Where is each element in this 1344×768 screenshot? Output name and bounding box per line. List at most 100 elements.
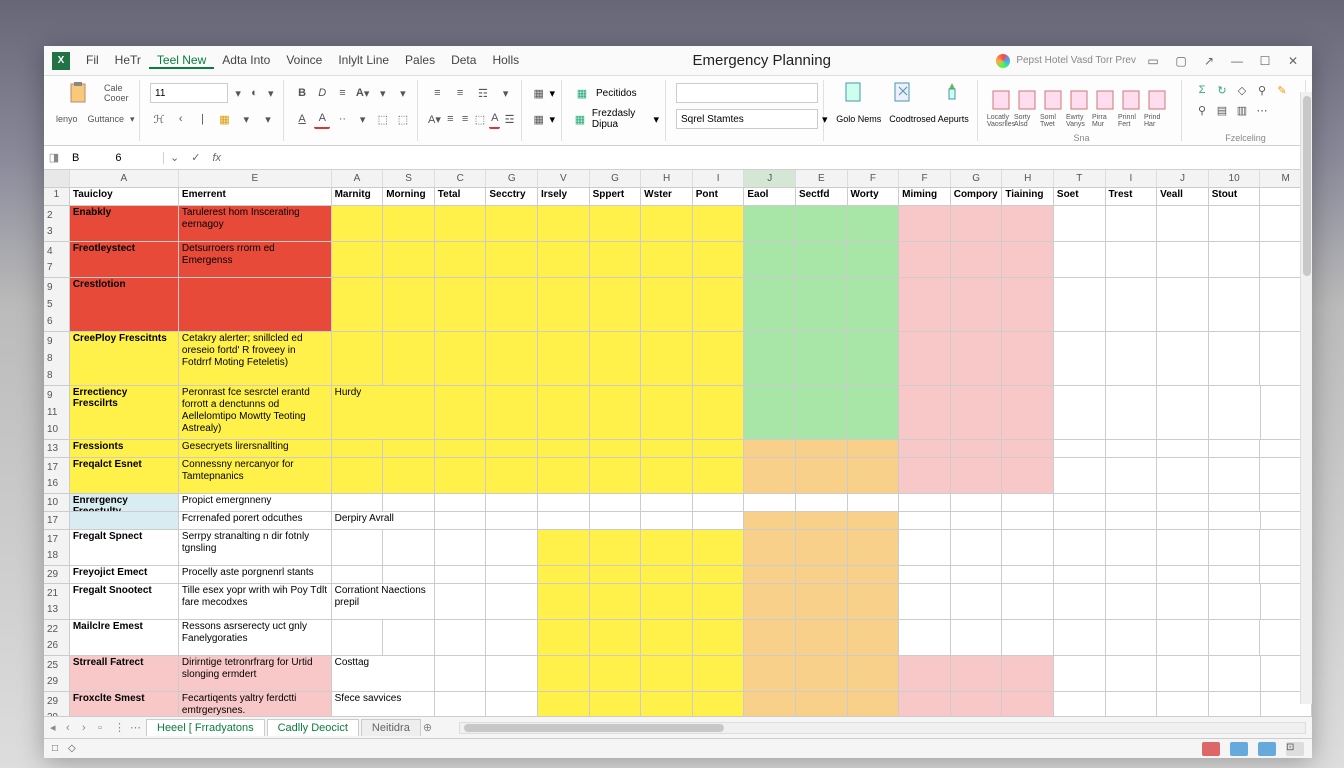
cell[interactable] [332, 278, 384, 331]
cell[interactable] [486, 566, 538, 583]
row-number[interactable]: 1718 [44, 530, 70, 565]
cell[interactable] [383, 332, 435, 385]
name-box[interactable]: B 6 [64, 152, 164, 164]
account-icon[interactable] [996, 54, 1010, 68]
cell[interactable] [1054, 206, 1106, 241]
cell[interactable] [641, 206, 693, 241]
spreadsheet-grid[interactable]: AEASCGVGHIJEFFGHTIJ10M 1TauicloyEmerrent… [44, 170, 1312, 716]
cell[interactable] [1054, 440, 1106, 457]
cell[interactable] [1209, 386, 1261, 439]
orient-icon[interactable]: ▾ [395, 83, 411, 103]
cell[interactable]: Sppert [590, 188, 642, 205]
cell[interactable] [332, 332, 384, 385]
cell[interactable] [848, 584, 900, 619]
cell[interactable] [1157, 332, 1209, 385]
tab-first-icon[interactable]: ◂ [50, 721, 64, 734]
indent-inc-icon[interactable]: ⬚ [375, 109, 391, 129]
cell[interactable]: Veall [1157, 188, 1209, 205]
col-header-15[interactable]: G [951, 170, 1003, 187]
col-header-16[interactable]: H [1002, 170, 1054, 187]
cell[interactable] [796, 692, 848, 716]
cell[interactable]: Sfece savvices [332, 692, 435, 716]
cell[interactable] [590, 494, 642, 511]
scrollbar-thumb[interactable] [1303, 170, 1311, 276]
close-button[interactable]: ✕ [1282, 51, 1304, 71]
cell[interactable] [744, 458, 796, 493]
cell[interactable] [538, 440, 590, 457]
cell[interactable] [1002, 278, 1054, 331]
cell[interactable] [1002, 242, 1054, 277]
fx-icon[interactable]: fx [206, 152, 227, 164]
cell[interactable] [693, 206, 745, 241]
cell[interactable]: Trest [1106, 188, 1158, 205]
cell[interactable]: Compory [951, 188, 1003, 205]
cell[interactable] [590, 206, 642, 241]
cell[interactable] [641, 566, 693, 583]
row-number[interactable]: 1716 [44, 458, 70, 493]
merge3-icon[interactable]: ☶ [474, 83, 493, 103]
vertical-scrollbar[interactable] [1300, 170, 1312, 704]
cell[interactable] [848, 332, 900, 385]
cell[interactable]: Sectfd [796, 188, 848, 205]
cell[interactable]: Fregalt Snootect [70, 584, 179, 619]
cell[interactable]: Enrergency Freostulty [70, 494, 179, 511]
col-header-7[interactable]: V [538, 170, 590, 187]
cell[interactable] [1002, 512, 1054, 529]
ribbon-bigbtn-4[interactable]: Pirra Mur [1092, 80, 1118, 136]
cell[interactable] [486, 242, 538, 277]
cell[interactable] [1054, 386, 1106, 439]
cell[interactable] [744, 278, 796, 331]
cell[interactable] [1157, 566, 1209, 583]
row-number[interactable]: 10 [44, 494, 70, 511]
cell[interactable] [1002, 656, 1054, 691]
merge-cells-icon[interactable]: ▦ [532, 83, 545, 103]
table-fmt-icon[interactable]: ▦ [572, 109, 588, 129]
cell[interactable]: Freotleystect [70, 242, 179, 277]
cell[interactable] [693, 332, 745, 385]
cell[interactable] [590, 440, 642, 457]
row-number[interactable]: 47 [44, 242, 70, 277]
hscroll-thumb[interactable] [464, 724, 724, 732]
cell[interactable]: Corrationt Naections prepil [332, 584, 435, 619]
cell[interactable]: Worty [848, 188, 900, 205]
share-icon[interactable]: ↗ [1198, 51, 1220, 71]
italic2-icon[interactable]: D [314, 83, 330, 103]
col-header-2[interactable]: E [179, 170, 332, 187]
cell[interactable] [1054, 584, 1106, 619]
indent-dec-icon[interactable]: ▾ [355, 109, 371, 129]
cell[interactable] [1106, 530, 1158, 565]
cell[interactable] [951, 584, 1003, 619]
cell[interactable] [486, 332, 538, 385]
cell[interactable]: Peronrast fce sesrctel erantd forrott a … [179, 386, 332, 439]
cell[interactable]: Eaol [744, 188, 796, 205]
cell[interactable]: Fressionts [70, 440, 179, 457]
cell[interactable] [796, 512, 848, 529]
cell[interactable] [179, 278, 332, 331]
cell[interactable] [1157, 584, 1209, 619]
cell[interactable] [1054, 530, 1106, 565]
cell[interactable] [796, 386, 848, 439]
col-header-12[interactable]: E [796, 170, 848, 187]
cell[interactable]: Crestlotion [70, 278, 179, 331]
cell[interactable]: Fecartiqents yaltry ferdctti emtrgerysne… [179, 692, 332, 716]
cell[interactable] [538, 458, 590, 493]
cell[interactable]: Froxclte Smest [70, 692, 179, 716]
cell[interactable] [1157, 278, 1209, 331]
cell[interactable] [796, 458, 848, 493]
cell[interactable] [899, 458, 951, 493]
cell[interactable] [796, 566, 848, 583]
cell[interactable] [1002, 692, 1054, 716]
minimize-button[interactable]: — [1226, 51, 1248, 71]
col-header-1[interactable]: A [70, 170, 179, 187]
cell[interactable] [796, 206, 848, 241]
cell[interactable] [641, 530, 693, 565]
bold2-icon[interactable]: B [294, 83, 310, 103]
cell[interactable] [1209, 458, 1261, 493]
cell[interactable] [435, 584, 487, 619]
cell[interactable]: CreePloy Frescitnts [70, 332, 179, 385]
cell[interactable]: Detsurroers rrorm ed Emergenss [179, 242, 332, 277]
cell[interactable] [951, 278, 1003, 331]
cell[interactable] [538, 206, 590, 241]
cell[interactable] [641, 620, 693, 655]
cell[interactable] [435, 620, 487, 655]
